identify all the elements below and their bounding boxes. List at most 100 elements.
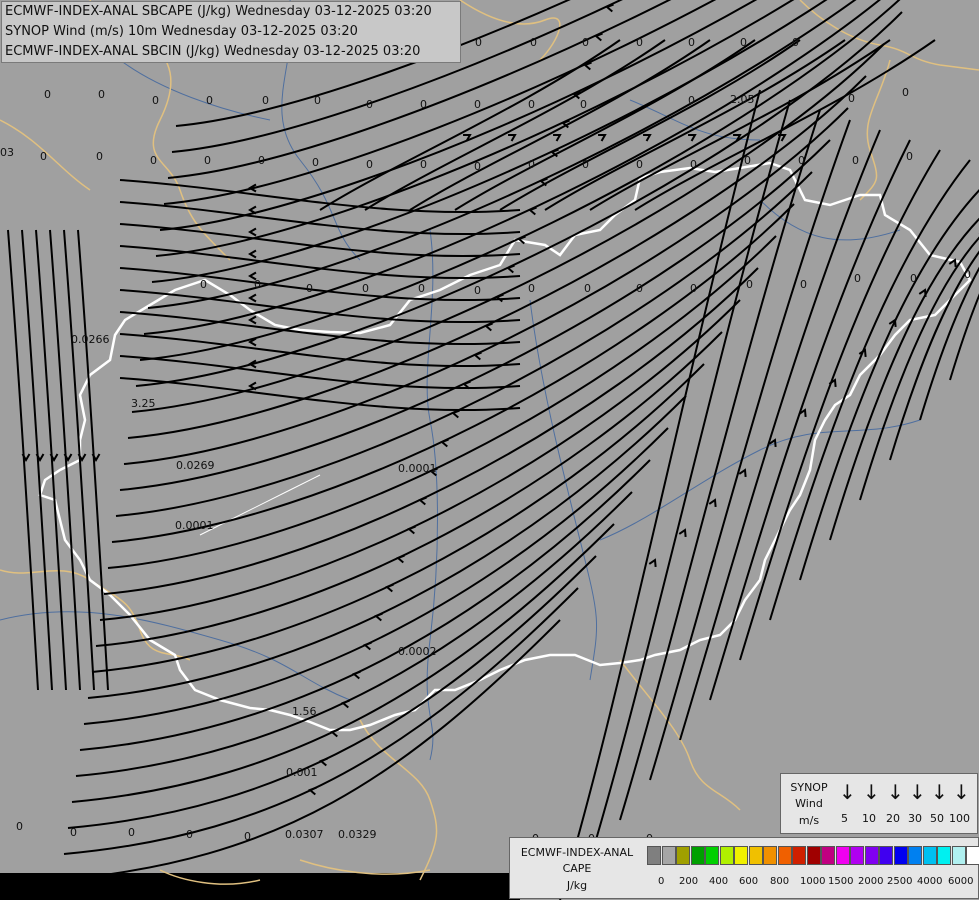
title-sbcin: ECMWF-INDEX-ANAL SBCIN (J/kg) Wednesday …	[5, 44, 421, 59]
cin-value: 0	[906, 150, 913, 163]
streamline-arrowhead	[643, 133, 652, 142]
cape-legend-label: 400	[709, 876, 729, 887]
cape-color-swatch	[777, 846, 792, 865]
cin-value: 0	[744, 154, 751, 167]
wind-arrow-icon: ↓	[931, 780, 948, 804]
weather-map[interactable]: 0 0 0 0 0 0 0 0 0 0 0 0 2.05 03 0.0266 3.25 0.0269 0.0001…	[0, 0, 979, 900]
cape-legend-label: 0	[658, 876, 665, 887]
cape-color-swatch	[661, 846, 676, 865]
cin-value: 0	[314, 94, 321, 107]
cape-color-swatch	[806, 846, 821, 865]
wind-arrow-icon: ↓	[839, 780, 856, 804]
cin-value: 1.56	[292, 705, 317, 718]
cin-value: 0	[254, 278, 261, 291]
cape-legend-label: 1500	[828, 876, 854, 887]
cin-value: 0	[474, 98, 481, 111]
cape-color-swatch	[937, 846, 951, 865]
cin-value: 2.05	[730, 93, 755, 106]
title-sbcape: ECMWF-INDEX-ANAL SBCAPE (J/kg) Wednesday…	[5, 4, 432, 19]
streamline-arrowhead	[553, 133, 562, 142]
cin-value: 0.0001	[175, 519, 214, 532]
cin-value: 0	[636, 282, 643, 295]
cin-value: 0	[800, 278, 807, 291]
streamline-arrowhead	[738, 468, 747, 478]
cin-value: 0.0269	[176, 459, 215, 472]
cin-value: 0	[964, 268, 971, 281]
streamline-arrowhead	[708, 498, 717, 508]
cin-value: 0	[128, 826, 135, 839]
cin-value: 0	[582, 36, 589, 49]
cin-value: 0	[740, 36, 747, 49]
cin-value: 0	[688, 36, 695, 49]
no-data-strip	[0, 873, 520, 900]
cape-color-swatch	[879, 846, 893, 865]
cin-value: 0	[420, 158, 427, 171]
cape-color-swatch	[850, 846, 864, 865]
streamline-arrowhead	[248, 227, 257, 237]
streamline	[889, 250, 979, 461]
streamline	[79, 459, 651, 751]
cin-value: 0	[206, 94, 213, 107]
cin-value: 0	[204, 154, 211, 167]
cape-legend-title-1: ECMWF-INDEX-ANAL	[520, 846, 634, 859]
streamline-arrowhead	[248, 293, 257, 303]
cin-value: 0	[854, 272, 861, 285]
cin-value: 0	[70, 826, 77, 839]
cin-value: 0	[200, 278, 207, 291]
cin-value: 0.0002	[398, 645, 437, 658]
cin-value: 0	[910, 272, 917, 285]
wind-legend-title-1: SYNOP	[790, 781, 828, 794]
cin-value: 0	[475, 36, 482, 49]
cin-value: 0	[362, 282, 369, 295]
cin-value: 0	[306, 282, 313, 295]
streamline-arrowhead	[688, 133, 697, 142]
cin-value: 0	[528, 282, 535, 295]
streamline	[7, 229, 39, 691]
cape-color-swatch	[719, 846, 734, 865]
streamline-arrowhead	[248, 249, 257, 259]
cin-value: 0	[366, 98, 373, 111]
cin-value: 0	[474, 160, 481, 173]
wind-legend-label: 50	[930, 812, 944, 825]
cape-legend-label: 6000	[948, 876, 974, 887]
streamline-arrowhead	[508, 133, 517, 142]
cape-color-swatch	[763, 846, 777, 865]
cin-value: 0	[40, 150, 47, 163]
cin-value: 0	[96, 150, 103, 163]
streamline	[559, 89, 761, 900]
cin-value: 0	[366, 158, 373, 171]
cape-color-swatch	[966, 846, 979, 865]
cape-legend-label: 2000	[858, 876, 884, 887]
cape-color-swatch	[951, 846, 966, 865]
streamline-arrowhead	[648, 558, 657, 568]
cape-color-swatch	[893, 846, 908, 865]
cin-value: 0	[582, 158, 589, 171]
wind-legend-label: 20	[886, 812, 900, 825]
streamline-arrowhead	[248, 205, 257, 215]
wind-legend-label: 100	[949, 812, 970, 825]
streamline-arrowhead	[948, 258, 957, 268]
cin-value: 3.25	[131, 397, 156, 410]
title-synop-wind: SYNOP Wind (m/s) 10m Wednesday 03-12-202…	[5, 24, 358, 39]
cape-legend-label: 4000	[917, 876, 943, 887]
cin-value: 0	[580, 98, 587, 111]
streamline-arrowhead	[598, 133, 607, 142]
lake-balaton	[199, 474, 321, 536]
cin-value: 0.001	[286, 766, 318, 779]
wind-arrow-icon: ↓	[887, 780, 904, 804]
cin-value: 0	[636, 158, 643, 171]
cin-value: 0	[528, 98, 535, 111]
cin-value: 0	[798, 154, 805, 167]
streamline	[75, 491, 633, 777]
streamline	[59, 619, 561, 881]
cin-value: 0	[848, 92, 855, 105]
cape-color-swatch	[922, 846, 937, 865]
cin-value: 0	[528, 158, 535, 171]
cin-value: 0	[690, 158, 697, 171]
streamline	[634, 39, 936, 211]
cin-value: 0.0307	[285, 828, 324, 841]
wind-legend: SYNOP Wind m/s ↓ 5 ↓ 10 ↓ 20 ↓ 30 ↓ 50 ↓ 100	[780, 773, 978, 834]
cape-color-swatch	[908, 846, 922, 865]
cin-value: 0	[16, 820, 23, 833]
streamline	[91, 363, 705, 673]
